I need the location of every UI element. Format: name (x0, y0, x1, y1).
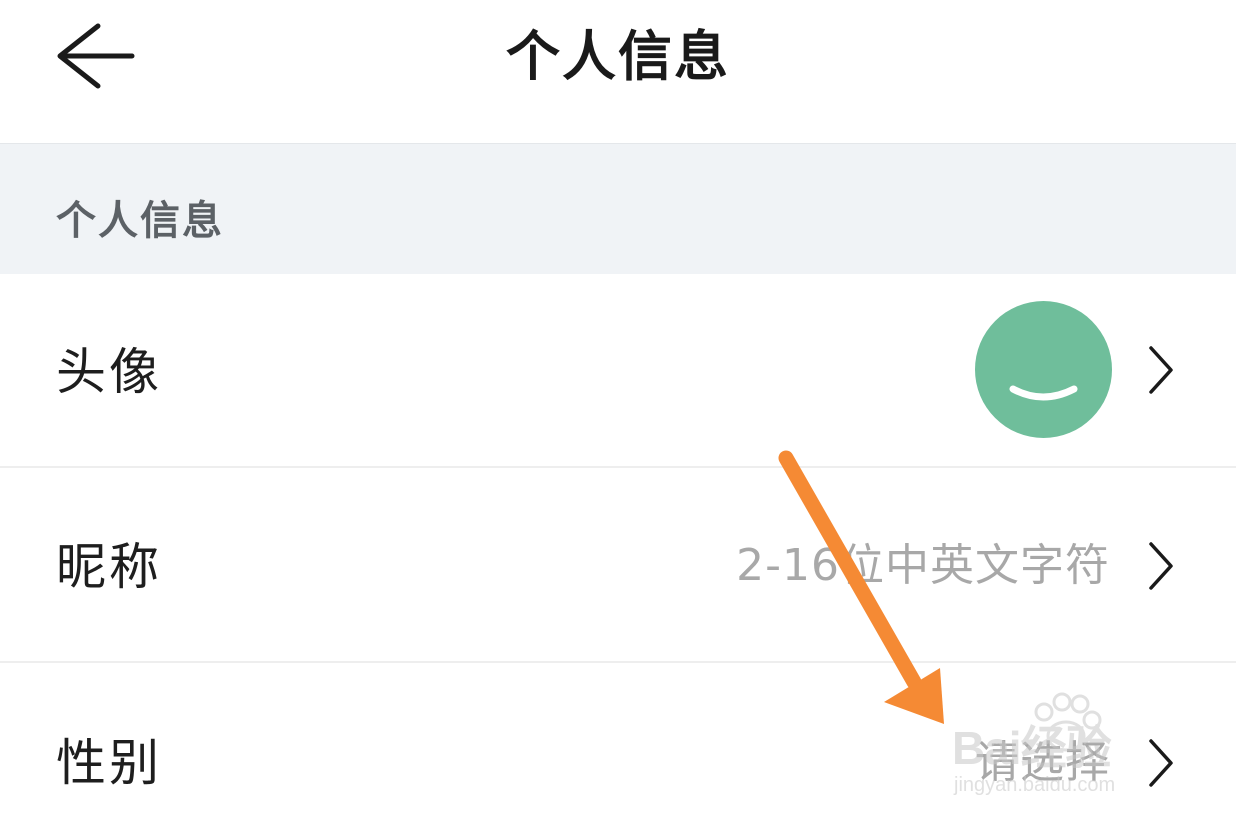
gender-row[interactable]: 性别 请选择 (0, 663, 1236, 825)
gender-placeholder: 请选择 (975, 737, 1110, 788)
gender-label: 性别 (56, 734, 162, 792)
nickname-row[interactable]: 昵称 2-16位中英文字符 (0, 468, 1236, 663)
personal-info-page: 个人信息 个人信息 头像 昵称 2-16位中英文字符 性别 请选择 Bai经验 … (0, 0, 1236, 825)
page-title: 个人信息 (506, 25, 730, 88)
avatar-row[interactable]: 头像 (0, 274, 1236, 468)
top-bar: 个人信息 (0, 0, 1236, 143)
avatar-label: 头像 (56, 343, 162, 401)
section-title: 个人信息 (56, 198, 224, 244)
chevron-right-icon (1149, 739, 1173, 787)
nickname-placeholder: 2-16位中英文字符 (736, 540, 1110, 591)
nickname-label: 昵称 (56, 538, 162, 596)
section-header: 个人信息 (0, 143, 1236, 274)
chevron-right-icon (1149, 542, 1173, 590)
chevron-right-icon (1149, 346, 1173, 394)
smile-avatar-icon (1009, 385, 1078, 401)
avatar[interactable] (975, 301, 1112, 438)
